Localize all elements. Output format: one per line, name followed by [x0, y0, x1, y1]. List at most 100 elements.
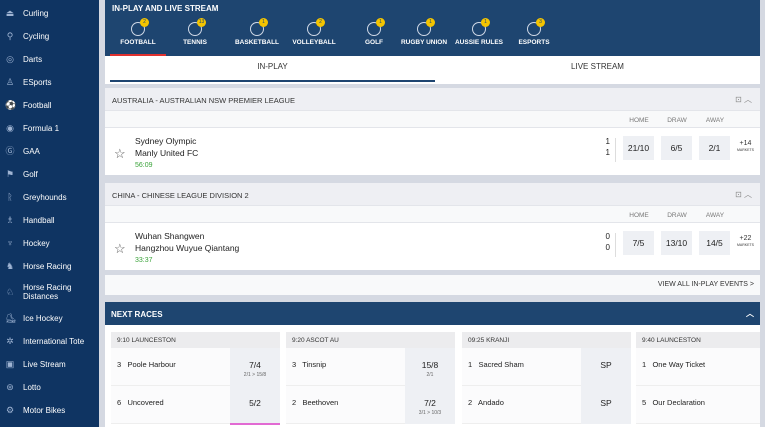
sport-tab-label: BASKETBALL [234, 39, 280, 46]
sidebar-item-horse-racing[interactable]: ♞ Horse Racing [0, 259, 99, 273]
column-draw: DRAW [667, 212, 687, 219]
runner-row: 2 Beethoven 7/2 3/1 > 10/3 [286, 386, 455, 424]
sport-tab-basketball[interactable]: 1 BASKETBALL [229, 18, 285, 56]
odds-away-button[interactable]: 2/1 [699, 136, 730, 160]
odds-draw-button[interactable]: 13/10 [661, 231, 692, 255]
sidebar-item-label: Horse Racing Distances [23, 283, 72, 301]
markets-label: MARKETS [737, 243, 754, 247]
sport-tab-volleyball[interactable]: 2 VOLLEYBALL [286, 18, 342, 56]
tab-live-stream[interactable]: LIVE STREAM [435, 62, 760, 82]
view-all-inplay-link[interactable]: VIEW ALL IN-PLAY EVENTS > [658, 281, 754, 288]
sport-tab-aussie-rules[interactable]: 1 AUSSIE RULES [451, 18, 507, 56]
main-content: IN-PLAY AND LIVE STREAM 2 FOOTBALL 13 TENNI… [105, 0, 765, 427]
runner-odds: SP [600, 360, 612, 370]
home-score: 0 [605, 232, 610, 241]
sidebar-item-darts[interactable]: ◎ Darts [0, 52, 99, 66]
home-score: 1 [605, 137, 610, 146]
runner-odds-button[interactable]: SP [581, 348, 631, 386]
sport-tab-label: AUSSIE RULES [454, 39, 504, 46]
sidebar-item-golf[interactable]: ⚑ Golf [0, 167, 99, 181]
away-team: Manly United FC [135, 148, 199, 158]
runner-row: 1 One Way Ticket [636, 348, 765, 386]
football-icon: ⚽ [5, 100, 17, 110]
runner-odds-button[interactable]: 5/2 [230, 386, 280, 425]
inplay-subtabs: IN-PLAY LIVE STREAM [105, 56, 760, 84]
collapse-chevron-icon[interactable]: ︿ [746, 308, 754, 319]
sidebar-item-label: Motor Bikes [23, 405, 66, 415]
sidebar-item-curling[interactable]: ⏏ Curling [0, 6, 99, 20]
sidebar-item-international-tote[interactable]: ✲ International Tote [0, 334, 99, 348]
aussie-rules-icon: 1 [472, 18, 490, 36]
markets-count: +14 [739, 140, 752, 147]
runner-odds-button[interactable]: 15/8 2/1 [405, 348, 455, 386]
sport-tab-tennis[interactable]: 13 TENNIS [167, 18, 223, 56]
away-score: 1 [605, 148, 610, 157]
basketball-icon: 1 [250, 18, 268, 36]
favourite-star-icon[interactable]: ☆ [114, 241, 126, 257]
odds-column-headers: HOME DRAW AWAY [105, 110, 760, 128]
sidebar-item-handball[interactable]: ♗ Handball [0, 213, 99, 227]
sidebar-item-horse-racing-distances[interactable]: ♘ Horse Racing Distances [0, 280, 99, 304]
runner-name: Sacred Sham [478, 360, 524, 369]
league-header[interactable]: AUSTRALIA - AUSTRALIAN NSW PREMIER LEAGU… [105, 88, 760, 110]
sidebar-item-cycling[interactable]: ⚲ Cycling [0, 29, 99, 43]
football-icon: 2 [131, 18, 149, 36]
more-markets-link[interactable]: +22 MARKETS [737, 235, 754, 249]
stream-collapse-icons[interactable]: ⊡ ︿ [735, 94, 752, 105]
stream-collapse-icons[interactable]: ⊡ ︿ [735, 189, 752, 200]
match-row[interactable]: ☆ Wuhan Shangwen Hangzhou Wuyue Qiantang 33… [105, 223, 760, 270]
league-section: AUSTRALIA - AUSTRALIAN NSW PREMIER LEAGU… [105, 88, 760, 175]
odds-home-button[interactable]: 7/5 [623, 231, 654, 255]
race-title[interactable]: 09:25 KRANJI [462, 332, 631, 348]
divider [615, 138, 616, 162]
odds-home-button[interactable]: 21/10 [623, 136, 654, 160]
runner-odds-button[interactable]: 7/2 3/1 > 10/3 [405, 386, 455, 424]
sidebar-item-live-stream[interactable]: ▣ Live Stream [0, 357, 99, 371]
runner-row: 3 Poole Harbour 7/4 2/1 > 15/8 [111, 348, 280, 386]
sidebar-item-label: Hockey [23, 238, 50, 248]
race-title[interactable]: 9:40 LAUNCESTON [636, 332, 761, 348]
sports-sidebar: ⏏ Curling ⚲ Cycling ◎ Darts ♙ ESports ⚽ Football ◉… [0, 0, 99, 427]
favourite-star-icon[interactable]: ☆ [114, 146, 126, 162]
match-row[interactable]: ☆ Sydney Olympic Manly United FC 56:09 1 1 21/… [105, 128, 760, 175]
sidebar-item-label: International Tote [23, 336, 85, 346]
race-card: 9:40 LAUNCESTON 1 One Way Ticket 5 Our Dec… [636, 332, 765, 427]
sport-tab-rugby-union[interactable]: 1 RUGBY UNION [392, 18, 456, 56]
sidebar-item-motor-bikes[interactable]: ⚙ Motor Bikes [0, 403, 99, 417]
scrollbar[interactable] [760, 0, 765, 427]
sidebar-item-formula-1[interactable]: ◉ Formula 1 [0, 121, 99, 135]
sidebar-item-label: ESports [23, 77, 52, 87]
sidebar-item-hockey[interactable]: ♆ Hockey [0, 236, 99, 250]
runner-odds-button[interactable]: SP [581, 386, 631, 424]
tab-in-play[interactable]: IN-PLAY [110, 62, 435, 82]
horse-racing-distances-icon: ♘ [5, 287, 15, 297]
esports-icon: ♙ [5, 77, 15, 87]
odds-history: 3/1 > 10/3 [418, 410, 442, 416]
sidebar-item-label: Live Stream [23, 359, 66, 369]
event-count-badge: 1 [376, 18, 385, 27]
sport-tab-esports[interactable]: 3 ESPORTS [506, 18, 562, 56]
runner-number: 5 [642, 398, 647, 407]
sidebar-item-label: Lotto [23, 382, 41, 392]
sport-tab-football[interactable]: 2 FOOTBALL [110, 18, 166, 56]
home-team: Sydney Olympic [135, 136, 197, 146]
ice-hockey-icon: ⛸ [5, 313, 17, 323]
sidebar-item-esports[interactable]: ♙ ESports [0, 75, 99, 89]
runner: 3 Tinsnip [292, 360, 326, 369]
more-markets-link[interactable]: +14 MARKETS [737, 140, 754, 154]
odds-away-button[interactable]: 14/5 [699, 231, 730, 255]
column-draw: DRAW [667, 117, 687, 124]
sidebar-item-football[interactable]: ⚽ Football [0, 98, 99, 112]
odds-draw-button[interactable]: 6/5 [661, 136, 692, 160]
runner-odds-button[interactable]: 7/4 2/1 > 15/8 [230, 348, 280, 386]
race-title[interactable]: 9:10 LAUNCESTON [111, 332, 280, 348]
league-header[interactable]: CHINA - CHINESE LEAGUE DIVISION 2 ⊡ ︿ [105, 183, 760, 205]
column-away: AWAY [705, 117, 725, 124]
runner-odds: SP [600, 398, 612, 408]
sidebar-item-gaa[interactable]: Ⓖ GAA [0, 144, 99, 158]
race-title[interactable]: 9:20 ASCOT AU [286, 332, 455, 348]
sidebar-item-lotto[interactable]: ⊛ Lotto [0, 380, 99, 394]
sidebar-item-greyhounds[interactable]: ᚱ Greyhounds [0, 190, 99, 204]
sidebar-item-ice-hockey[interactable]: ⛸ Ice Hockey [0, 311, 99, 325]
runner: 6 Uncovered [117, 398, 164, 407]
